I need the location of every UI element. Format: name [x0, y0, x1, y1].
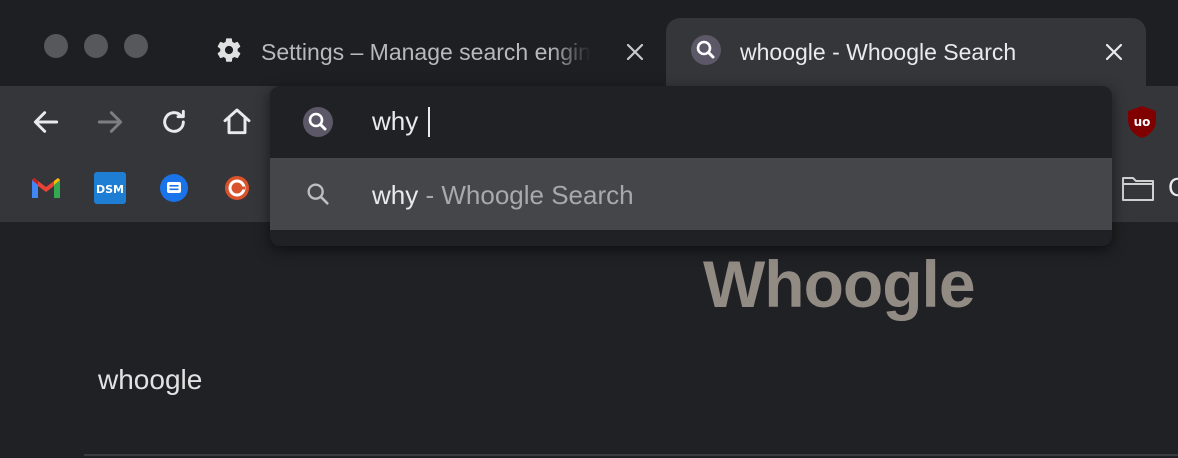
text-caret	[428, 106, 431, 137]
svg-text:uo: uo	[1134, 115, 1151, 129]
tab-strip: Settings – Manage search engines whoogle…	[0, 0, 1178, 86]
divider	[84, 454, 1178, 456]
dsm-label: DSM	[96, 183, 124, 196]
close-tab-icon[interactable]	[1102, 40, 1126, 64]
page-content: Whoogle whoogle	[0, 222, 1178, 458]
tab-settings[interactable]: Settings – Manage search engines	[195, 18, 663, 86]
minimize-window-button[interactable]	[84, 34, 108, 58]
whoogle-logo: Whoogle	[703, 247, 976, 321]
address-input-value: why	[372, 106, 419, 136]
suggestion-separator: -	[418, 180, 442, 210]
dsm-icon[interactable]: DSM	[92, 170, 128, 206]
search-icon	[304, 180, 332, 213]
gear-icon	[215, 36, 243, 69]
folder-icon[interactable]	[1120, 170, 1156, 206]
tab-title: whoogle - Whoogle Search	[740, 38, 1017, 65]
suggestion-text: why - Whoogle Search	[372, 180, 634, 211]
forward-icon[interactable]	[92, 104, 128, 140]
tab-whoogle[interactable]: whoogle - Whoogle Search	[666, 18, 1146, 86]
close-tab-icon[interactable]	[623, 40, 647, 64]
zoom-window-button[interactable]	[124, 34, 148, 58]
suggestion-description: Whoogle Search	[441, 180, 634, 210]
whoogle-icon	[690, 34, 722, 71]
reload-icon[interactable]	[156, 104, 192, 140]
grafana-icon[interactable]	[219, 170, 255, 206]
home-icon[interactable]	[219, 104, 255, 140]
omnibox-dropdown: why why - Whoogle Search	[270, 86, 1112, 246]
omnibox-input-row[interactable]: why	[270, 86, 1112, 158]
gmail-icon[interactable]	[28, 170, 64, 206]
suggestion-query: why	[372, 180, 419, 210]
messages-icon[interactable]	[156, 170, 192, 206]
ublock-icon[interactable]: uo	[1124, 104, 1160, 140]
address-input[interactable]: why	[372, 106, 431, 137]
bookmark-folder-label[interactable]: C	[1168, 172, 1178, 203]
close-window-button[interactable]	[44, 34, 68, 58]
page-side-label: whoogle	[98, 364, 203, 395]
omnibox-suggestion[interactable]: why - Whoogle Search	[270, 158, 1112, 230]
back-icon[interactable]	[28, 104, 64, 140]
whoogle-icon	[302, 106, 334, 138]
browser-window: Settings – Manage search engines whoogle…	[0, 0, 1178, 458]
tab-title: Settings – Manage search engines	[261, 38, 591, 65]
